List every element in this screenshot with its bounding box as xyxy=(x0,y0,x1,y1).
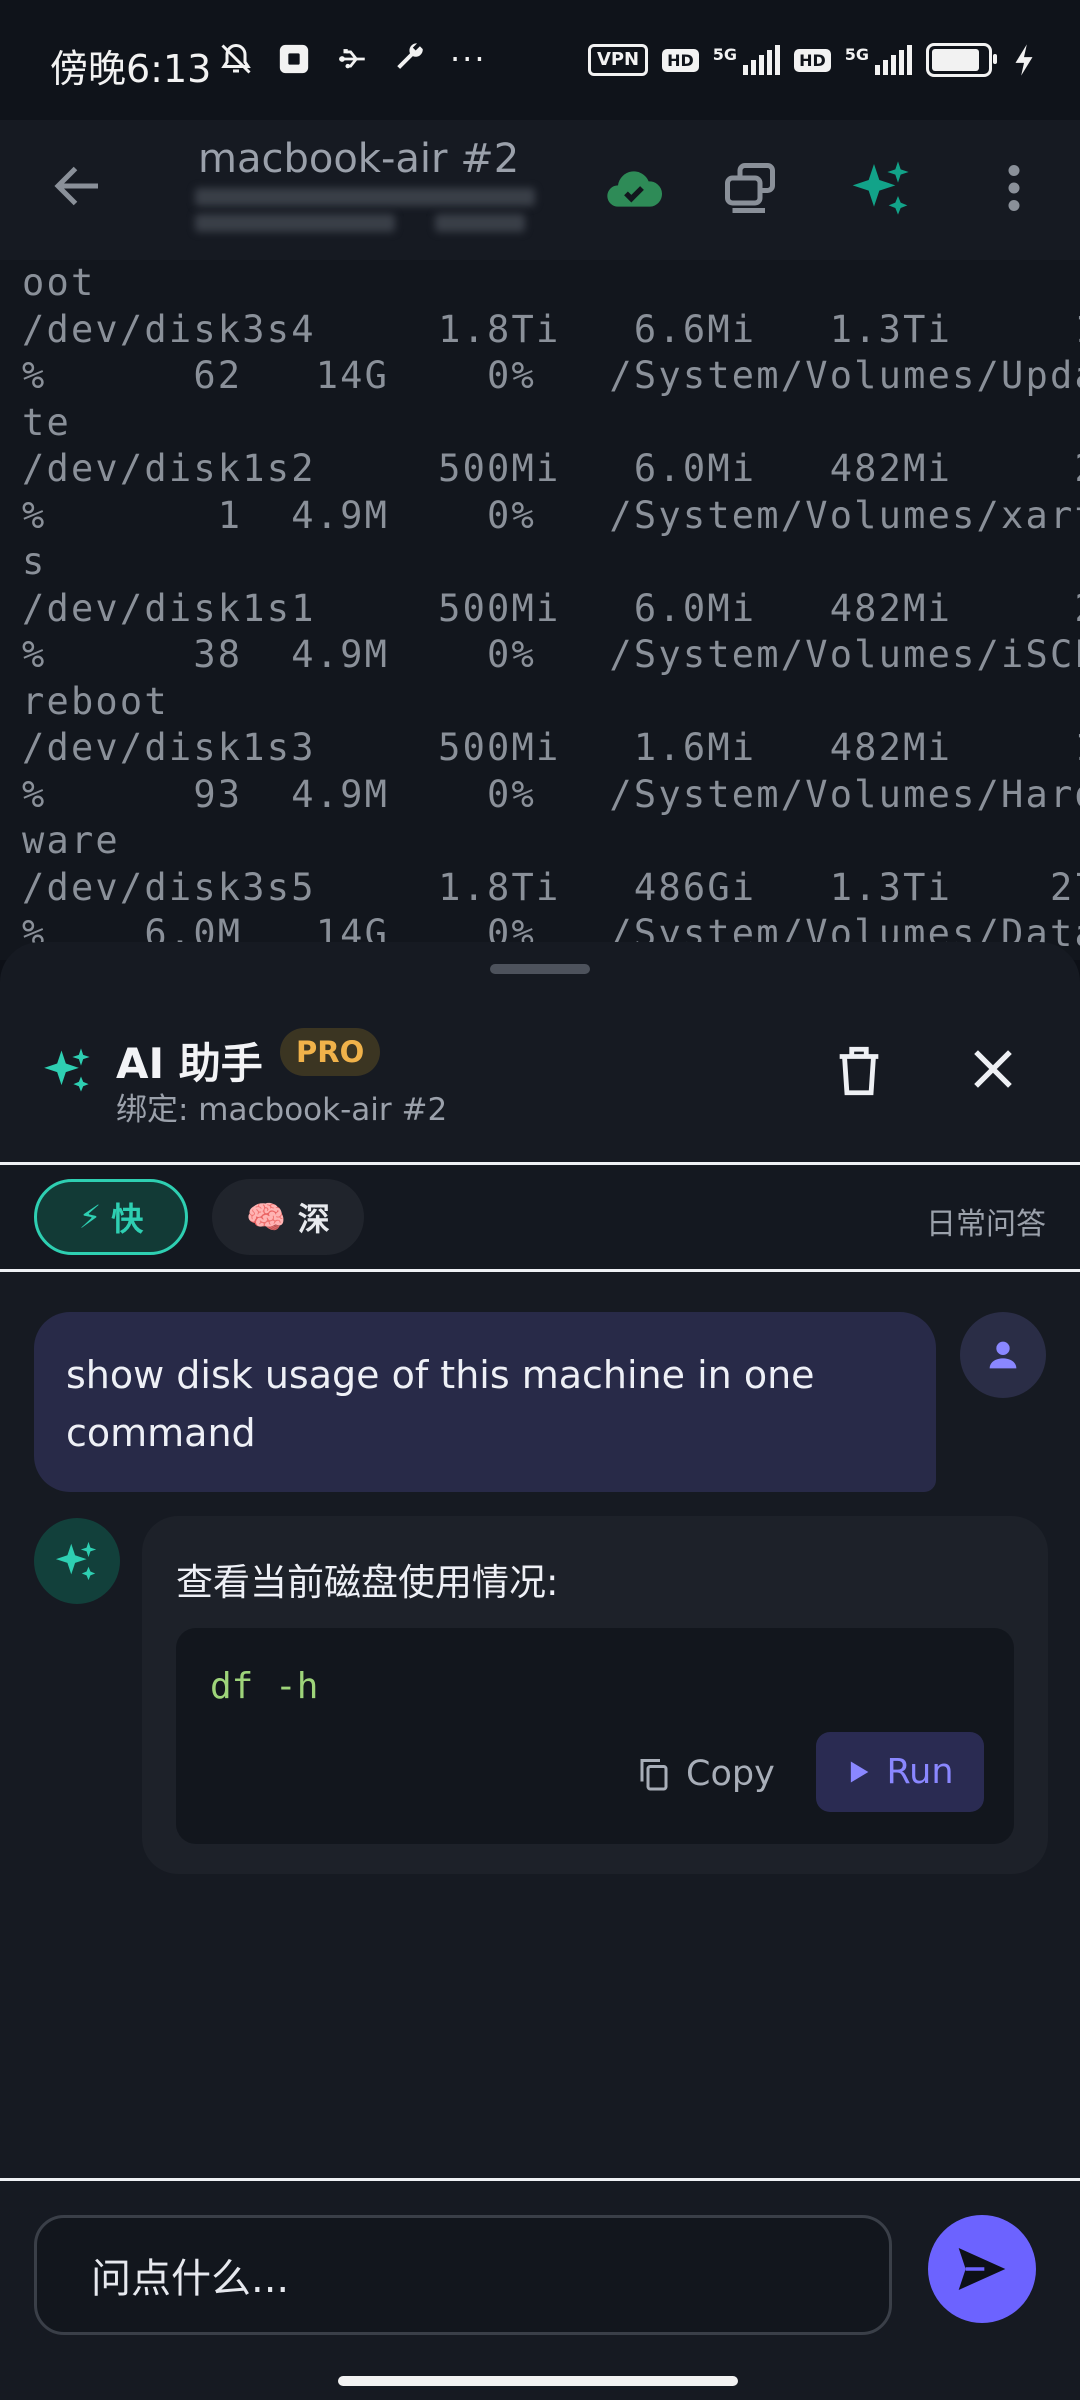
assistant-message-text: 查看当前磁盘使用情况: xyxy=(176,1561,559,1604)
windows-button[interactable] xyxy=(718,156,782,220)
mode-fast-label: 快 xyxy=(111,1200,144,1238)
user-avatar xyxy=(960,1312,1046,1398)
terminal-line: te xyxy=(22,400,71,444)
terminal-line: s xyxy=(22,540,47,583)
blurred-subtitle xyxy=(195,188,535,240)
usb-icon xyxy=(334,41,370,77)
bound-machine-label: 绑定: macbook-air #2 xyxy=(116,1092,448,1128)
terminal-line: % 38 4.9M 0% /System/Volumes/iSCP xyxy=(22,633,1080,676)
vpn-badge: VPN xyxy=(587,44,649,76)
ai-assistant-sheet: AI 助手 PRO 绑定: macbook-air #2 ⚡ 快 🧠 深 日常问… xyxy=(0,942,1080,2400)
terminal-line: % 1 4.9M 0% /System/Volumes/xart xyxy=(22,493,1080,537)
send-button[interactable] xyxy=(928,2215,1036,2323)
mode-selector: ⚡ 快 🧠 深 日常问答 xyxy=(0,1162,1080,1272)
terminal-line: /dev/disk1s1 500Mi 6.0Mi 482Mi 2 xyxy=(22,586,1080,630)
wrench-icon xyxy=(392,41,428,77)
terminal-line: /dev/disk1s2 500Mi 6.0Mi 482Mi 2 xyxy=(22,447,1080,490)
cloud-check-icon xyxy=(607,171,663,207)
mode-deep-button[interactable]: 🧠 深 xyxy=(212,1179,364,1255)
trash-icon xyxy=(839,1046,879,1096)
chat-messages: show disk usage of this machine in one c… xyxy=(0,1272,1080,2122)
bell-off-icon xyxy=(218,41,254,77)
terminal-line: reboot xyxy=(22,679,169,723)
cloud-sync-button[interactable] xyxy=(602,156,666,220)
input-bar: 问点什么... xyxy=(0,2178,1080,2400)
message-input[interactable]: 问点什么... xyxy=(34,2215,892,2335)
sparkle-avatar-icon xyxy=(55,1541,97,1581)
mode-description: 日常问答 xyxy=(926,1207,1046,1242)
back-button[interactable] xyxy=(48,156,108,216)
signal-icon-2 xyxy=(875,45,912,75)
terminal-line: /dev/disk1s3 500Mi 1.6Mi 482Mi 1 xyxy=(22,726,1080,769)
code-command: df -h xyxy=(210,1666,319,1707)
charging-bolt-icon xyxy=(1006,42,1042,78)
copy-label: Copy xyxy=(686,1754,775,1794)
status-right-icons: VPN HD 5G HD 5G xyxy=(587,42,1042,78)
sparkle-icon xyxy=(852,161,909,215)
battery-icon xyxy=(926,43,997,77)
send-icon xyxy=(958,2248,1006,2290)
assistant-title: AI 助手 xyxy=(116,1039,263,1088)
session-title: macbook-air #2 xyxy=(198,136,520,182)
mode-fast-button[interactable]: ⚡ 快 xyxy=(34,1179,188,1255)
hd-badge-1: HD xyxy=(662,48,699,72)
mi-app-icon xyxy=(276,41,312,77)
back-arrow-icon xyxy=(54,166,98,206)
close-sheet-button[interactable] xyxy=(964,1040,1022,1098)
terminal-text: oot/dev/disk3s4 1.8Ti 6.6Mi 1.3Ti 1% 62 … xyxy=(0,260,1080,958)
status-bar: 傍晚6:13 ··· VPN HD 5G HD 5G xyxy=(0,0,1080,120)
assistant-avatar xyxy=(34,1518,120,1604)
ai-assistant-button[interactable] xyxy=(850,156,914,220)
lightning-icon: ⚡ xyxy=(78,1198,102,1236)
clear-chat-button[interactable] xyxy=(830,1042,888,1100)
network-type-2: 5G xyxy=(844,44,869,64)
more-options-button[interactable] xyxy=(982,156,1046,220)
run-button[interactable]: Run xyxy=(816,1732,984,1812)
user-message: show disk usage of this machine in one c… xyxy=(34,1312,936,1492)
terminal-line: /dev/disk3s5 1.8Ti 486Gi 1.3Ti 27 xyxy=(22,865,1080,909)
assistant-message: 查看当前磁盘使用情况: df -h Copy Run xyxy=(142,1516,1048,1874)
brain-icon: 🧠 xyxy=(246,1198,286,1236)
windows-icon xyxy=(725,163,775,213)
close-icon xyxy=(974,1050,1012,1088)
ai-sparkle-icon xyxy=(42,1044,94,1096)
terminal-line: % 62 14G 0% /System/Volumes/Upda xyxy=(22,354,1080,397)
terminal-line: % 93 4.9M 0% /System/Volumes/Hard xyxy=(22,772,1080,816)
terminal-line: ware xyxy=(22,819,120,862)
mode-deep-label: 深 xyxy=(297,1200,330,1238)
hd-badge-2: HD xyxy=(794,48,831,72)
home-indicator[interactable] xyxy=(338,2376,738,2386)
sheet-header: AI 助手 PRO 绑定: macbook-air #2 xyxy=(0,942,1080,1162)
copy-button[interactable]: Copy xyxy=(636,1742,775,1806)
terminal-line: /dev/disk3s4 1.8Ti 6.6Mi 1.3Ti 1 xyxy=(22,307,1080,351)
status-left-icons: ··· xyxy=(218,40,487,78)
status-time: 傍晚6:13 xyxy=(50,47,212,91)
pro-badge: PRO xyxy=(280,1028,381,1076)
signal-icon-1 xyxy=(743,45,781,75)
network-type-1: 5G xyxy=(712,44,738,64)
copy-icon xyxy=(640,1759,668,1791)
app-bar: macbook-air #2 xyxy=(0,120,1080,260)
more-status-dots: ··· xyxy=(450,40,487,78)
terminal-output[interactable]: oot/dev/disk3s4 1.8Ti 6.6Mi 1.3Ti 1% 62 … xyxy=(0,260,1080,960)
run-label: Run xyxy=(886,1752,954,1792)
terminal-line: oot xyxy=(22,261,96,304)
person-icon xyxy=(989,1341,1017,1369)
play-icon xyxy=(851,1761,869,1783)
code-block: df -h Copy Run xyxy=(176,1628,1014,1844)
more-vert-icon xyxy=(1008,165,1020,211)
